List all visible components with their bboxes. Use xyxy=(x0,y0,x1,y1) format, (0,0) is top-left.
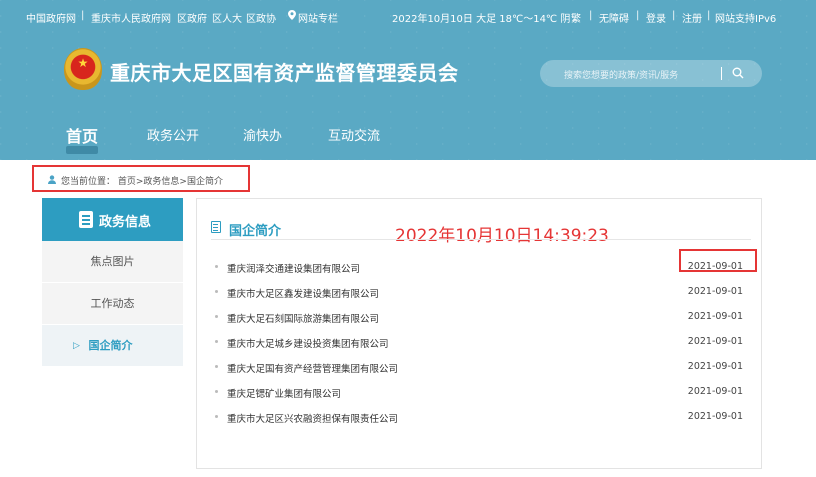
bullet-icon xyxy=(215,415,218,418)
location-pin-icon xyxy=(288,10,296,23)
sidebar-item-label: 焦点图片 xyxy=(90,255,135,268)
site-title: 重庆市大足区国有资产监督管理委员会 xyxy=(110,61,459,85)
bullet-icon xyxy=(215,365,218,368)
article-title[interactable]: 重庆足锶矿业集团有限公司 xyxy=(227,386,341,400)
top-link-site-column[interactable]: 网站专栏 xyxy=(298,10,338,25)
list-item[interactable]: 重庆市大足区鑫发建设集团有限公司 2021-09-01 xyxy=(211,282,746,307)
top-separator: | xyxy=(589,10,593,21)
top-separator: | xyxy=(707,10,711,21)
article-date: 2021-09-01 xyxy=(687,286,743,297)
content-panel: 国企简介 2022年10月10日14:39:23 重庆润泽交通建设集团有限公司 … xyxy=(196,198,762,469)
sidebar-item-label: 工作动态 xyxy=(90,297,135,310)
article-title[interactable]: 重庆大足石刻国际旅游集团有限公司 xyxy=(227,311,379,325)
title-divider xyxy=(211,239,751,240)
article-date: 2021-09-01 xyxy=(687,386,743,397)
bullet-icon xyxy=(215,340,218,343)
top-link-login[interactable]: 登录 xyxy=(646,10,666,25)
nav-item-yukuaiban[interactable]: 渝快办 xyxy=(243,125,282,144)
article-title[interactable]: 重庆市大足区鑫发建设集团有限公司 xyxy=(227,286,379,300)
weather-text: 2022年10月10日 大足 18℃～14℃ 阴 xyxy=(392,14,571,25)
top-link-gov-cn[interactable]: 中国政府网 xyxy=(26,10,76,25)
bullet-icon xyxy=(215,290,218,293)
breadcrumb-prefix: 您当前位置： xyxy=(61,177,116,187)
nav-active-indicator xyxy=(66,146,98,154)
list-document-icon xyxy=(211,221,221,233)
national-emblem-icon: ★ xyxy=(64,48,102,90)
sidebar-title: 政务信息 xyxy=(99,215,152,230)
article-date: 2021-09-01 xyxy=(687,311,743,322)
top-separator: | xyxy=(81,10,85,21)
sidebar-item-label: 国企简介 xyxy=(88,339,133,352)
triangle-right-icon: ▷ xyxy=(73,341,80,351)
nav-item-home[interactable]: 首页 xyxy=(66,123,98,147)
search-box[interactable]: 搜索您想要的政策/资讯/服务 xyxy=(540,60,762,87)
top-link-district-npc[interactable]: 区人大 xyxy=(212,10,242,25)
sidebar-item-focus-images[interactable]: 焦点图片 xyxy=(42,241,183,283)
top-separator: | xyxy=(636,10,640,21)
list-item[interactable]: 重庆市大足城乡建设投资集团有限公司 2021-09-01 xyxy=(211,332,746,357)
search-icon[interactable] xyxy=(732,67,744,79)
breadcrumb: 您当前位置： 首页>政务信息>国企简介 xyxy=(32,165,250,192)
list-item[interactable]: 重庆市大足区兴农融资担保有限责任公司 2021-09-01 xyxy=(211,407,746,432)
bullet-icon xyxy=(215,265,218,268)
date-highlight-box xyxy=(679,249,757,272)
timestamp-overlay: 2022年10月10日14:39:23 xyxy=(395,226,609,246)
list-item[interactable]: 重庆润泽交通建设集团有限公司 2021-09-01 xyxy=(211,257,746,282)
sidebar: 政务信息 焦点图片 工作动态 ▷ 国企简介 xyxy=(42,198,183,367)
list-item[interactable]: 重庆大足石刻国际旅游集团有限公司 2021-09-01 xyxy=(211,307,746,332)
sidebar-item-soe-intro[interactable]: ▷ 国企简介 xyxy=(42,325,183,367)
user-location-icon xyxy=(48,175,56,184)
list-item[interactable]: 重庆大足国有资产经营管理集团有限公司 2021-09-01 xyxy=(211,357,746,382)
top-separator: | xyxy=(672,10,676,21)
article-title[interactable]: 重庆市大足城乡建设投资集团有限公司 xyxy=(227,336,389,350)
bullet-icon xyxy=(215,315,218,318)
nav-item-interaction[interactable]: 互动交流 xyxy=(328,125,380,144)
bullet-icon xyxy=(215,390,218,393)
search-divider xyxy=(721,67,722,80)
top-link-district-gov[interactable]: 区政府 xyxy=(177,10,207,25)
top-link-district-cppcc[interactable]: 区政协 xyxy=(246,10,276,25)
article-title[interactable]: 重庆市大足区兴农融资担保有限责任公司 xyxy=(227,411,398,425)
top-link-traditional[interactable]: 繁 xyxy=(571,10,581,25)
site-header: 中国政府网 | 重庆市人民政府网 区政府 区人大 区政协 网站专栏 2022年1… xyxy=(0,0,816,160)
search-input[interactable]: 搜索您想要的政策/资讯/服务 xyxy=(564,68,678,81)
sidebar-item-work-news[interactable]: 工作动态 xyxy=(42,283,183,325)
top-link-accessibility[interactable]: 无障碍 xyxy=(599,10,629,25)
list-item[interactable]: 重庆足锶矿业集团有限公司 2021-09-01 xyxy=(211,382,746,407)
breadcrumb-path[interactable]: 首页>政务信息>国企简介 xyxy=(118,177,223,187)
top-link-register[interactable]: 注册 xyxy=(682,10,702,25)
sidebar-header: 政务信息 xyxy=(42,198,183,241)
nav-item-government-affairs[interactable]: 政务公开 xyxy=(147,125,199,144)
ipv6-badge: 网站支持IPv6 xyxy=(715,14,777,25)
top-bar: 中国政府网 | 重庆市人民政府网 区政府 区人大 区政协 网站专栏 2022年1… xyxy=(0,0,816,30)
content-title: 国企简介 xyxy=(229,224,282,239)
article-title[interactable]: 重庆大足国有资产经营管理集团有限公司 xyxy=(227,361,398,375)
emblem-star-icon: ★ xyxy=(77,56,89,70)
document-icon xyxy=(79,211,93,228)
article-date: 2021-09-01 xyxy=(687,411,743,422)
article-title[interactable]: 重庆润泽交通建设集团有限公司 xyxy=(227,261,360,275)
article-date: 2021-09-01 xyxy=(687,361,743,372)
article-date: 2021-09-01 xyxy=(687,336,743,347)
top-link-cq-gov[interactable]: 重庆市人民政府网 xyxy=(91,10,171,25)
breadcrumb-text: 您当前位置： 首页>政务信息>国企简介 xyxy=(61,174,223,187)
